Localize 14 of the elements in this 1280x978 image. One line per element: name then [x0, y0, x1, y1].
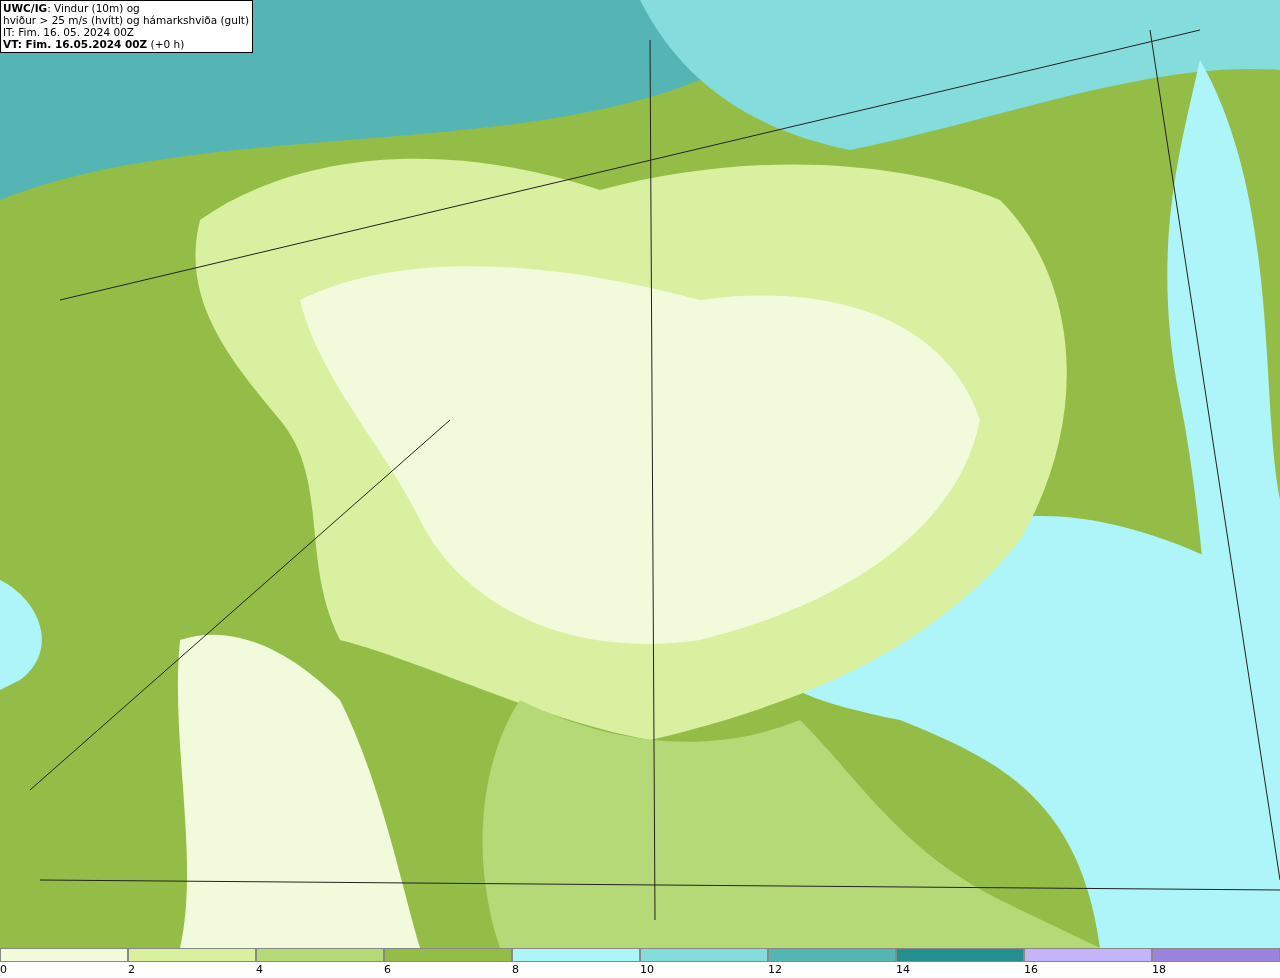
info-line: VT: Fim. 16.05.2024 00Z (+0 h)	[3, 38, 186, 50]
legend-label: 12	[768, 963, 782, 977]
legend-label: 4	[256, 963, 263, 977]
info-line: hviður > 25 m/s (hvítt) og hámarkshviða (gult)	[3, 14, 250, 26]
legend-label: 2	[128, 963, 135, 977]
legend-label: 10	[640, 963, 654, 977]
legend-label: 18	[1152, 963, 1166, 977]
info-line: UWC/IG: Vindur (10m) og	[3, 2, 141, 14]
legend-label: 8	[512, 963, 519, 977]
legend-label: 6	[384, 963, 391, 977]
legend-label: 14	[896, 963, 910, 977]
legend-label: 16	[1024, 963, 1038, 977]
legend-label: 0	[0, 963, 7, 977]
info-line: IT: Fim. 16. 05. 2024 00Z	[3, 26, 135, 38]
